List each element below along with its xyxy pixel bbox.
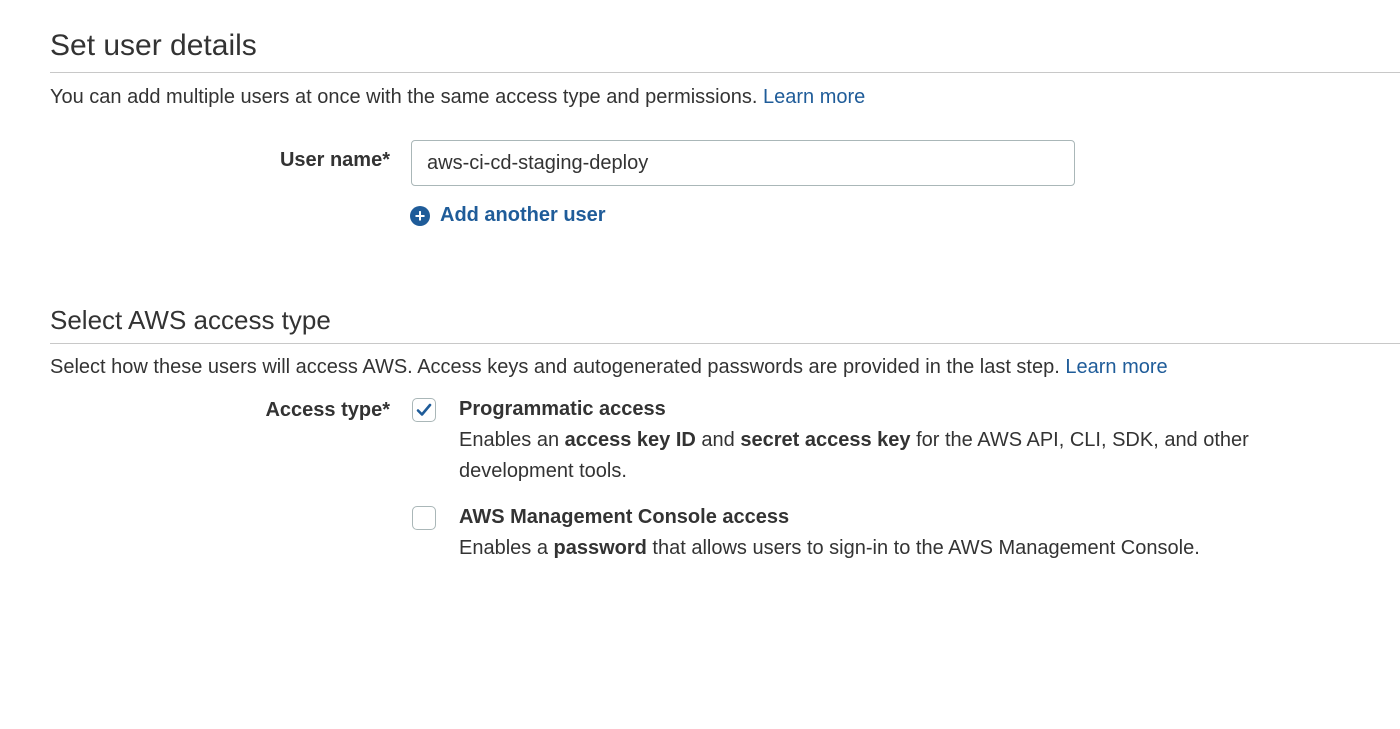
programmatic-access-description: Enables an access key ID and secret acce…: [459, 425, 1259, 487]
select-access-type-heading: Select AWS access type: [50, 305, 331, 335]
set-user-details-description: You can add multiple users at once with …: [50, 84, 865, 110]
access-type-description: Select how these users will access AWS. …: [50, 354, 1168, 380]
description-text: Select how these users will access AWS. …: [50, 356, 1060, 378]
add-another-user-button[interactable]: + Add another user: [410, 204, 606, 227]
plus-circle-icon: +: [410, 205, 430, 226]
description-emphasis: password: [553, 537, 647, 559]
access-type-label: Access type*: [265, 399, 390, 421]
user-name-label: User name*: [279, 149, 390, 171]
description-text: Enables an: [459, 429, 565, 451]
programmatic-access-option: Programmatic access Enables an access ke…: [459, 394, 1259, 487]
description-text: and: [695, 429, 741, 451]
description-text: Enables a: [459, 537, 554, 559]
set-user-details-heading: Set user details: [50, 29, 257, 62]
programmatic-access-checkbox[interactable]: [412, 398, 436, 422]
checkmark-icon: [416, 403, 432, 416]
description-text: that allows users to sign-in to the AWS …: [646, 537, 1200, 559]
description-text: You can add multiple users at once with …: [50, 86, 758, 108]
section-divider: [50, 343, 1400, 344]
console-access-checkbox[interactable]: [412, 506, 436, 530]
user-name-input[interactable]: [411, 140, 1075, 186]
learn-more-link[interactable]: Learn more: [763, 86, 865, 108]
description-emphasis: access key ID: [564, 429, 696, 451]
iam-add-user-page: Set user details You can add multiple us…: [0, 0, 1400, 729]
description-emphasis: secret access key: [740, 429, 911, 451]
section-divider: [50, 72, 1400, 73]
learn-more-link[interactable]: Learn more: [1065, 356, 1167, 378]
programmatic-access-title: Programmatic access: [459, 398, 666, 420]
console-access-option: AWS Management Console access Enables a …: [459, 502, 1259, 564]
console-access-title: AWS Management Console access: [459, 506, 790, 528]
add-another-user-label: Add another user: [440, 204, 606, 226]
console-access-description: Enables a password that allows users to …: [459, 533, 1259, 564]
